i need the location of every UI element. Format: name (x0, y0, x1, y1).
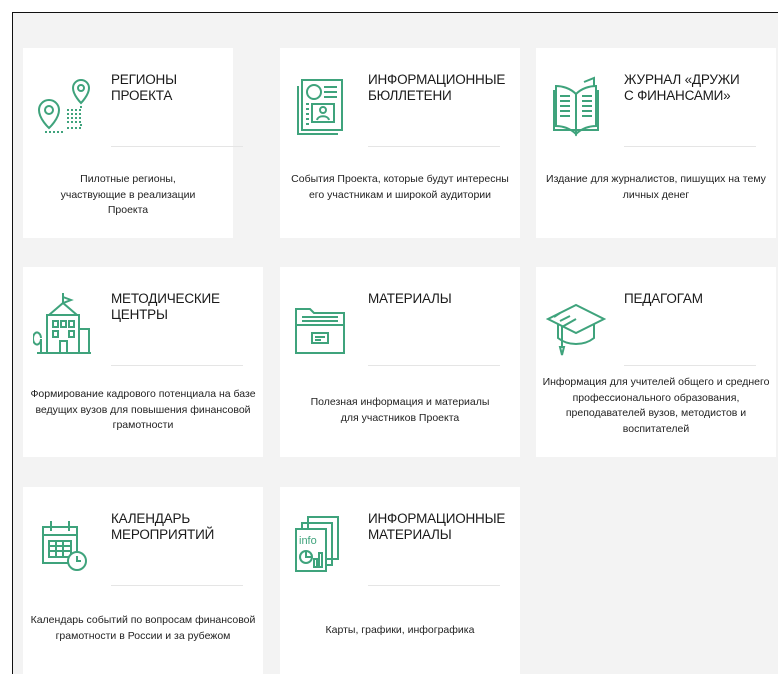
card-journal[interactable]: ЖУРНАЛ «ДРУЖИ С ФИНАНСАМИ» Издание для ж… (536, 48, 776, 238)
divider (111, 585, 243, 586)
card-description: Полезная информация и материалы для учас… (310, 396, 490, 424)
card-description: Формирование кадрового потенциала на баз… (30, 388, 256, 431)
card-events-calendar[interactable]: КАЛЕНДАРЬ МЕРОПРИЯТИЙ Календарь событий … (23, 487, 263, 674)
card-title: ЖУРНАЛ «ДРУЖИ С ФИНАНСАМИ» (624, 72, 740, 103)
divider (368, 146, 500, 147)
card-title: МАТЕРИАЛЫ (368, 291, 452, 306)
card-teachers[interactable]: ПЕДАГОГАМ Информация для учителей общего… (536, 267, 776, 457)
card-title: КАЛЕНДАРЬ МЕРОПРИЯТИЙ (111, 511, 215, 542)
calendar-icon (33, 509, 93, 581)
card-title: МЕТОДИЧЕСКИЕ ЦЕНТРЫ (111, 291, 220, 322)
card-title: ИНФОРМАЦИОННЫЕ МАТЕРИАЛЫ (368, 511, 506, 542)
cards-panel: РЕГИОНЫ ПРОЕКТА Пилотные регионы, участв… (12, 12, 778, 674)
card-description: Издание для журналистов, пишущих на тему… (546, 173, 766, 201)
graduation-cap-icon (545, 289, 607, 361)
card-title: ИНФОРМАЦИОННЫЕ БЮЛЛЕТЕНИ (368, 72, 506, 103)
card-description: Календарь событий по вопросам финансовой… (30, 614, 256, 642)
card-description: Карты, графики, инфографика (325, 624, 475, 636)
open-book-icon (546, 70, 606, 142)
card-methodical-centers[interactable]: МЕТОДИЧЕСКИЕ ЦЕНТРЫ Формирование кадрово… (23, 267, 263, 457)
divider (111, 365, 243, 366)
card-bulletins[interactable]: ИНФОРМАЦИОННЫЕ БЮЛЛЕТЕНИ События Проекта… (280, 48, 520, 238)
divider (111, 146, 243, 147)
folder-icon (290, 289, 350, 361)
card-materials[interactable]: МАТЕРИАЛЫ Полезная информация и материал… (280, 267, 520, 457)
card-info-materials[interactable]: info ИНФОРМАЦИОННЫЕ МАТЕРИАЛЫ Карты, гра… (280, 487, 520, 674)
card-title: ПЕДАГОГАМ (624, 291, 703, 306)
card-description: События Проекта, которые будут интересны… (291, 173, 509, 201)
divider (368, 585, 500, 586)
divider (368, 365, 500, 366)
map-route-icon (33, 70, 93, 142)
card-description: Информация для учителей общего и среднег… (542, 376, 770, 435)
building-icon (32, 289, 93, 361)
card-regions[interactable]: РЕГИОНЫ ПРОЕКТА Пилотные регионы, участв… (23, 48, 243, 238)
card-description: Пилотные регионы, участвующие в реализац… (60, 173, 196, 216)
divider (624, 365, 756, 366)
info-label: info (299, 535, 317, 547)
infographic-icon: info (290, 509, 350, 581)
bulletin-icon (290, 70, 350, 142)
divider (624, 146, 756, 147)
card-title: РЕГИОНЫ ПРОЕКТА (111, 72, 177, 103)
